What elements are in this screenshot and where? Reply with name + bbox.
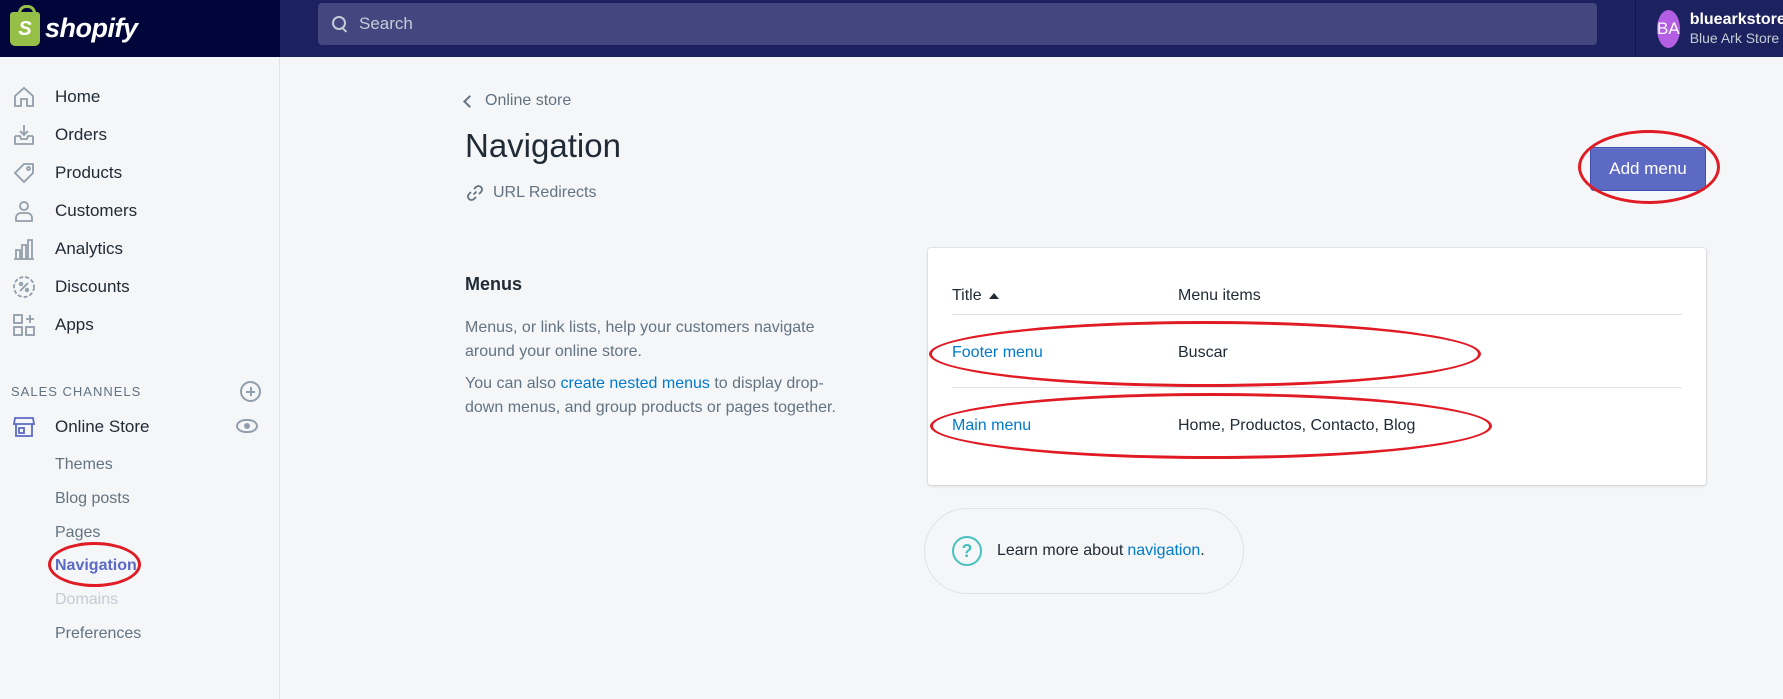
search-bar[interactable] — [318, 3, 1597, 45]
column-header-menu-items: Menu items — [1178, 287, 1261, 304]
main-content: Online store Navigation URL Redirects Ad… — [281, 57, 1783, 699]
orders-icon — [12, 123, 36, 147]
person-icon — [12, 199, 36, 223]
sidebar-item-customers[interactable]: Customers — [0, 193, 279, 229]
shopping-bag-icon: S — [10, 4, 40, 46]
sidebar-item-orders[interactable]: Orders — [0, 117, 279, 153]
avatar: BA — [1657, 9, 1680, 48]
link-icon — [467, 185, 483, 201]
apps-icon — [12, 313, 36, 337]
tag-icon — [12, 161, 36, 185]
sidebar-item-label: Analytics — [55, 239, 124, 258]
chevron-left-icon — [463, 94, 476, 108]
sidebar-item-products[interactable]: Products — [0, 155, 279, 191]
annotation-ellipse — [930, 393, 1492, 459]
shopify-logo[interactable]: S shopify — [0, 0, 280, 57]
sort-ascending-icon — [988, 293, 999, 299]
sidebar-item-home[interactable]: Home — [0, 79, 279, 115]
menus-section-title: Menus — [465, 274, 523, 294]
annotation-ellipse — [929, 321, 1481, 387]
question-mark-icon: ? — [952, 536, 982, 566]
account-menu[interactable]: BA bluearkstore Blue Ark Store — [1635, 0, 1783, 57]
menus-description-text: Menus, or link lists, help your customer… — [465, 319, 815, 360]
breadcrumb[interactable]: Online store — [463, 92, 571, 110]
bar-chart-icon — [12, 237, 36, 261]
sidebar-item-label: Orders — [55, 125, 107, 144]
menus-table-card: Title Menu items Footer menu Buscar Main… — [928, 248, 1706, 485]
discount-icon — [12, 275, 36, 299]
sidebar-item-online-store[interactable]: Online Store — [0, 409, 279, 445]
search-input[interactable] — [359, 14, 1559, 34]
sidebar-item-label: Products — [55, 163, 123, 182]
sidebar-item-label: Customers — [55, 201, 138, 220]
sidebar-sub-preferences[interactable]: Preferences — [55, 625, 141, 643]
sales-channels-title: SALES CHANNELS — [11, 384, 142, 399]
eye-icon[interactable] — [236, 419, 258, 433]
account-name: bluearkstore — [1689, 11, 1783, 28]
column-header-title[interactable]: Title — [952, 287, 999, 305]
url-redirects-link[interactable]: URL Redirects — [465, 183, 596, 203]
annotation-ellipse — [1578, 130, 1720, 204]
home-icon — [12, 85, 36, 109]
table-divider — [952, 387, 1682, 388]
table-divider — [952, 314, 1682, 315]
learn-more-callout: ? Learn more about navigation . — [924, 508, 1244, 594]
logo-text: shopify — [45, 13, 138, 43]
learn-more-text: Learn more about — [997, 542, 1124, 559]
sidebar-sub-pages[interactable]: Pages — [55, 524, 100, 542]
navigation-help-link[interactable]: navigation — [1127, 542, 1200, 560]
menus-nested-text: You can also create nested menus to disp… — [465, 375, 836, 416]
annotation-ellipse — [48, 542, 141, 587]
search-icon — [332, 15, 349, 33]
menus-description: Menus, or link lists, help your customer… — [465, 316, 850, 428]
breadcrumb-label: Online store — [485, 92, 572, 109]
sidebar-item-apps[interactable]: Apps — [0, 307, 279, 343]
sidebar-item-label: Apps — [55, 315, 94, 334]
store-icon — [12, 415, 36, 439]
sidebar-sub-domains[interactable]: Domains — [55, 591, 118, 609]
sidebar-item-label: Home — [55, 87, 101, 106]
top-bar: S shopify BA bluearkstore Blue Ark Store — [0, 0, 1783, 57]
sidebar-sub-themes[interactable]: Themes — [55, 456, 113, 474]
page-title: Navigation — [465, 127, 621, 164]
sidebar-sub-blog-posts[interactable]: Blog posts — [55, 490, 130, 508]
sidebar-item-analytics[interactable]: Analytics — [0, 231, 279, 267]
account-store: Blue Ark Store — [1689, 30, 1780, 46]
sidebar-item-label: Online Store — [55, 417, 150, 436]
sidebar: Home Orders Products Customers Analytics… — [0, 57, 280, 699]
url-redirects-label: URL Redirects — [493, 184, 597, 201]
sidebar-item-label: Discounts — [55, 277, 130, 296]
sales-channels-header: SALES CHANNELS — [11, 381, 261, 402]
create-nested-menus-link[interactable]: create nested menus — [560, 375, 709, 392]
add-channel-plus-icon[interactable] — [240, 381, 261, 402]
sidebar-item-discounts[interactable]: Discounts — [0, 269, 279, 305]
